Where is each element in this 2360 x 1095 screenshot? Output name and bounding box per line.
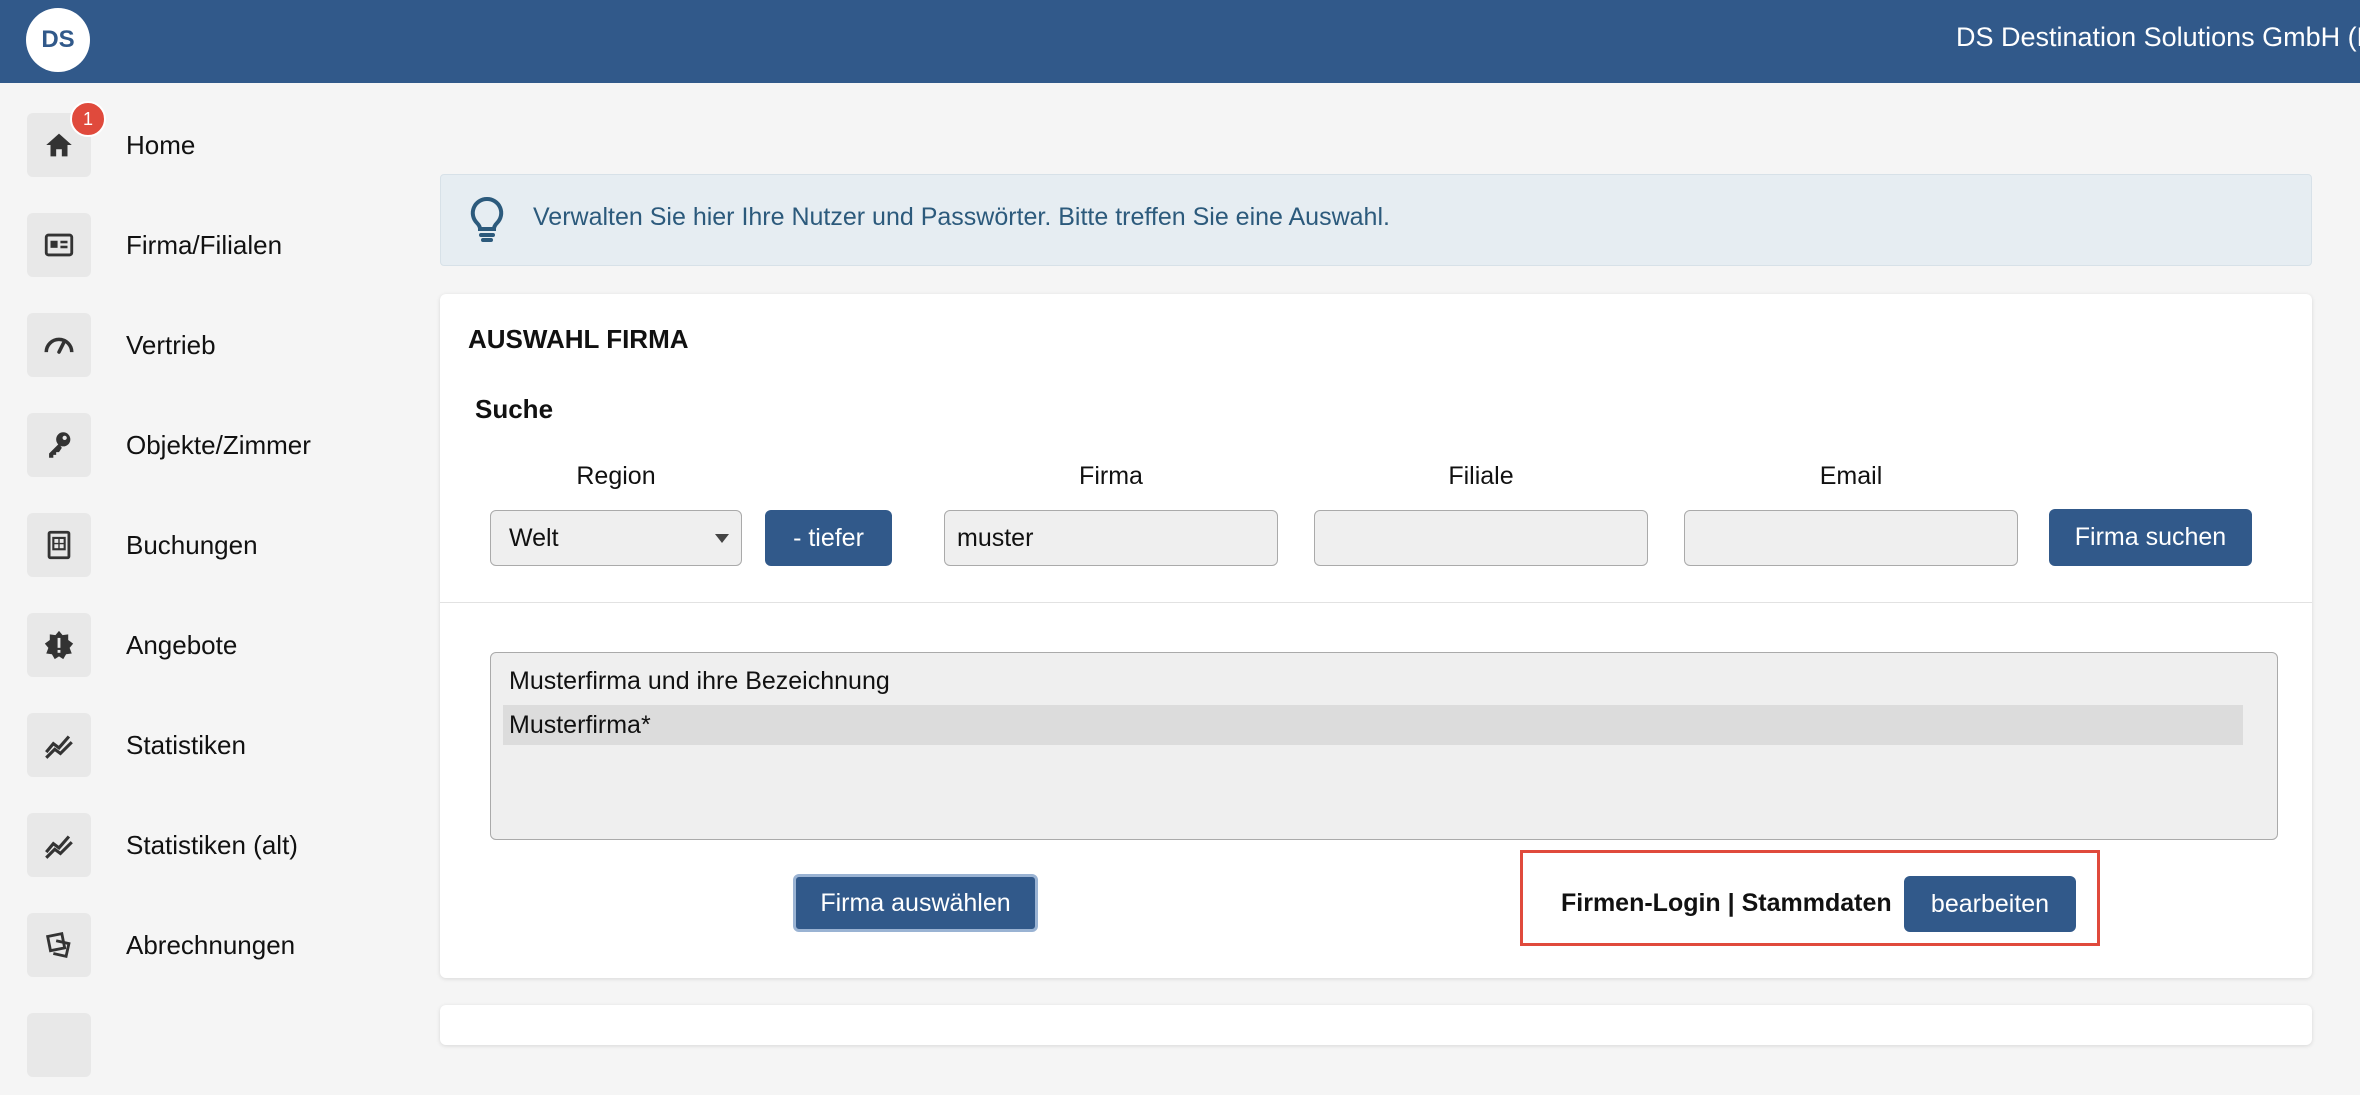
sidebar-item-label: Statistiken [126,729,246,760]
caret-down-icon [715,534,729,543]
search-title: Suche [475,394,554,424]
sidebar-item-abrechnungen[interactable]: Abrechnungen [0,895,420,995]
sidebar-item-label: Firma/Filialen [126,229,283,260]
divider [440,602,2312,603]
company-name: DS Destination Solutions GmbH (RU [1956,22,2360,52]
firma-input[interactable] [944,510,1278,566]
filiale-label: Filiale [1448,462,1514,490]
logo[interactable]: DS [26,8,90,72]
sidebar-item-label: Objekte/Zimmer [126,429,311,460]
sidebar-item-more[interactable] [0,995,420,1095]
sidebar-item-statistiken[interactable]: Statistiken [0,695,420,795]
region-label: Region [576,462,656,490]
more-icon [27,1013,91,1077]
region-select-value: Welt [509,523,559,552]
sidebar-item-angebote[interactable]: Angebote [0,595,420,695]
list-header: Musterfirma und ihre Bezeichnung [509,667,890,695]
id-card-icon [27,213,91,277]
sidebar-item-vertrieb[interactable]: Vertrieb [0,295,420,395]
sidebar-item-firma-filialen[interactable]: Firma/Filialen [0,195,420,295]
lightbulb-icon [470,196,504,242]
region-select[interactable]: Welt [490,510,742,566]
calendar-icon [27,513,91,577]
notification-badge: 1 [70,101,106,137]
offer-badge-icon [27,613,91,677]
sidebar-item-buchungen[interactable]: Buchungen [0,495,420,595]
firma-label: Firma [1079,462,1143,490]
info-banner: Verwalten Sie hier Ihre Nutzer und Passw… [440,174,2312,266]
chart-line-icon [27,813,91,877]
select-company-button[interactable]: Firma auswählen [793,874,1038,932]
search-company-button[interactable]: Firma suchen [2049,509,2252,566]
email-input[interactable] [1684,510,2018,566]
chart-line-icon [27,713,91,777]
sidebar-item-label: Vertrieb [126,329,216,360]
highlight-frame: Firmen-Login | Stammdaten bearbeiten [1520,850,2100,946]
filiale-input[interactable] [1314,510,1648,566]
sidebar-item-label: Statistiken (alt) [126,829,298,860]
sidebar-item-label: Angebote [126,629,238,660]
sidebar-item-home[interactable]: Home [0,95,420,195]
list-item[interactable]: Musterfirma* [503,705,2243,745]
card-title: AUSWAHL FIRMA [468,324,689,354]
sidebar: Home 1 Firma/Filialen Vertrieb Objekte/Z… [0,83,420,1077]
receipts-icon [27,913,91,977]
sidebar-item-label: Buchungen [126,529,258,560]
sidebar-item-label: Home [126,129,196,160]
deeper-button[interactable]: - tiefer [765,510,892,566]
sidebar-item-label: Abrechnungen [126,929,296,960]
sidebar-item-objekte-zimmer[interactable]: Objekte/Zimmer [0,395,420,495]
email-label: Email [1819,462,1883,490]
next-card [440,1005,2312,1045]
company-listbox[interactable]: Musterfirma und ihre Bezeichnung Musterf… [490,652,2278,840]
key-icon [27,413,91,477]
gauge-icon [27,313,91,377]
sidebar-item-statistiken-alt[interactable]: Statistiken (alt) [0,795,420,895]
edit-button[interactable]: bearbeiten [1904,876,2076,932]
top-bar: DS DS Destination Solutions GmbH (RU [0,0,2360,83]
company-login-label: Firmen-Login | Stammdaten [1561,889,1892,917]
info-text: Verwalten Sie hier Ihre Nutzer und Passw… [533,203,1390,231]
